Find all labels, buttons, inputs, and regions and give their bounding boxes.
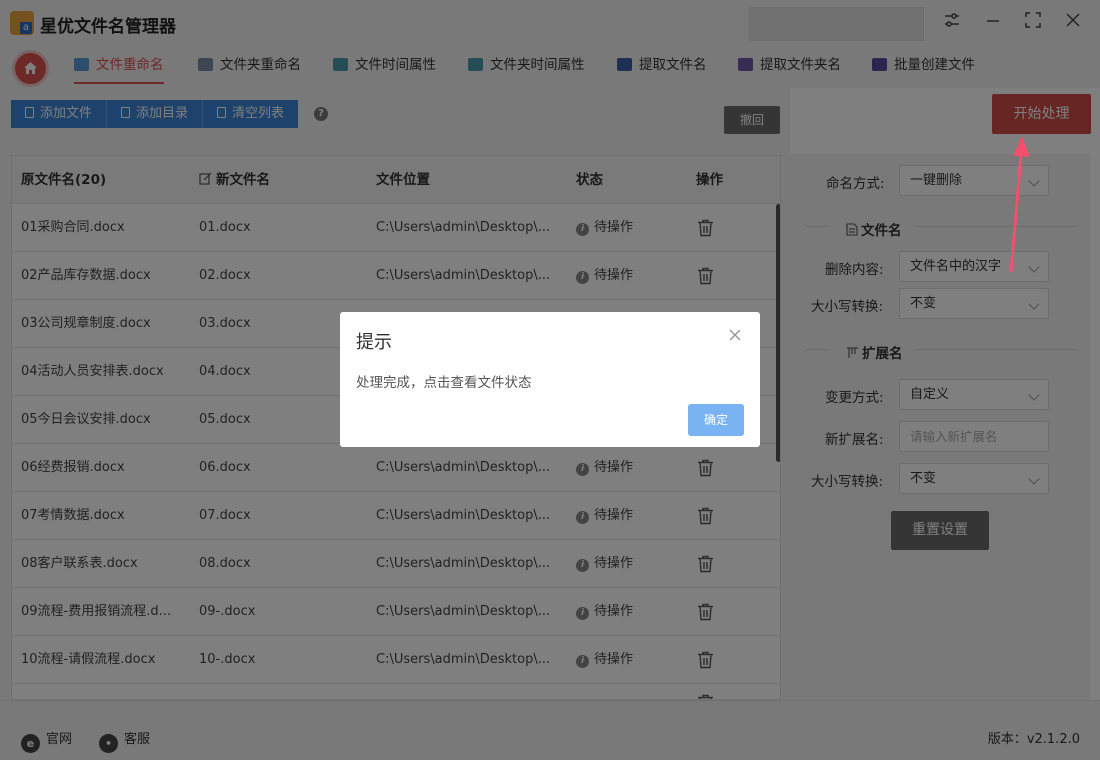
dialog-close-icon[interactable] (728, 326, 742, 347)
notice-dialog: 提示 处理完成，点击查看文件状态 确定 (340, 312, 760, 447)
dialog-message: 处理完成，点击查看文件状态 (356, 375, 532, 391)
dialog-title: 提示 (356, 332, 392, 353)
dialog-ok-button[interactable]: 确定 (688, 404, 744, 436)
